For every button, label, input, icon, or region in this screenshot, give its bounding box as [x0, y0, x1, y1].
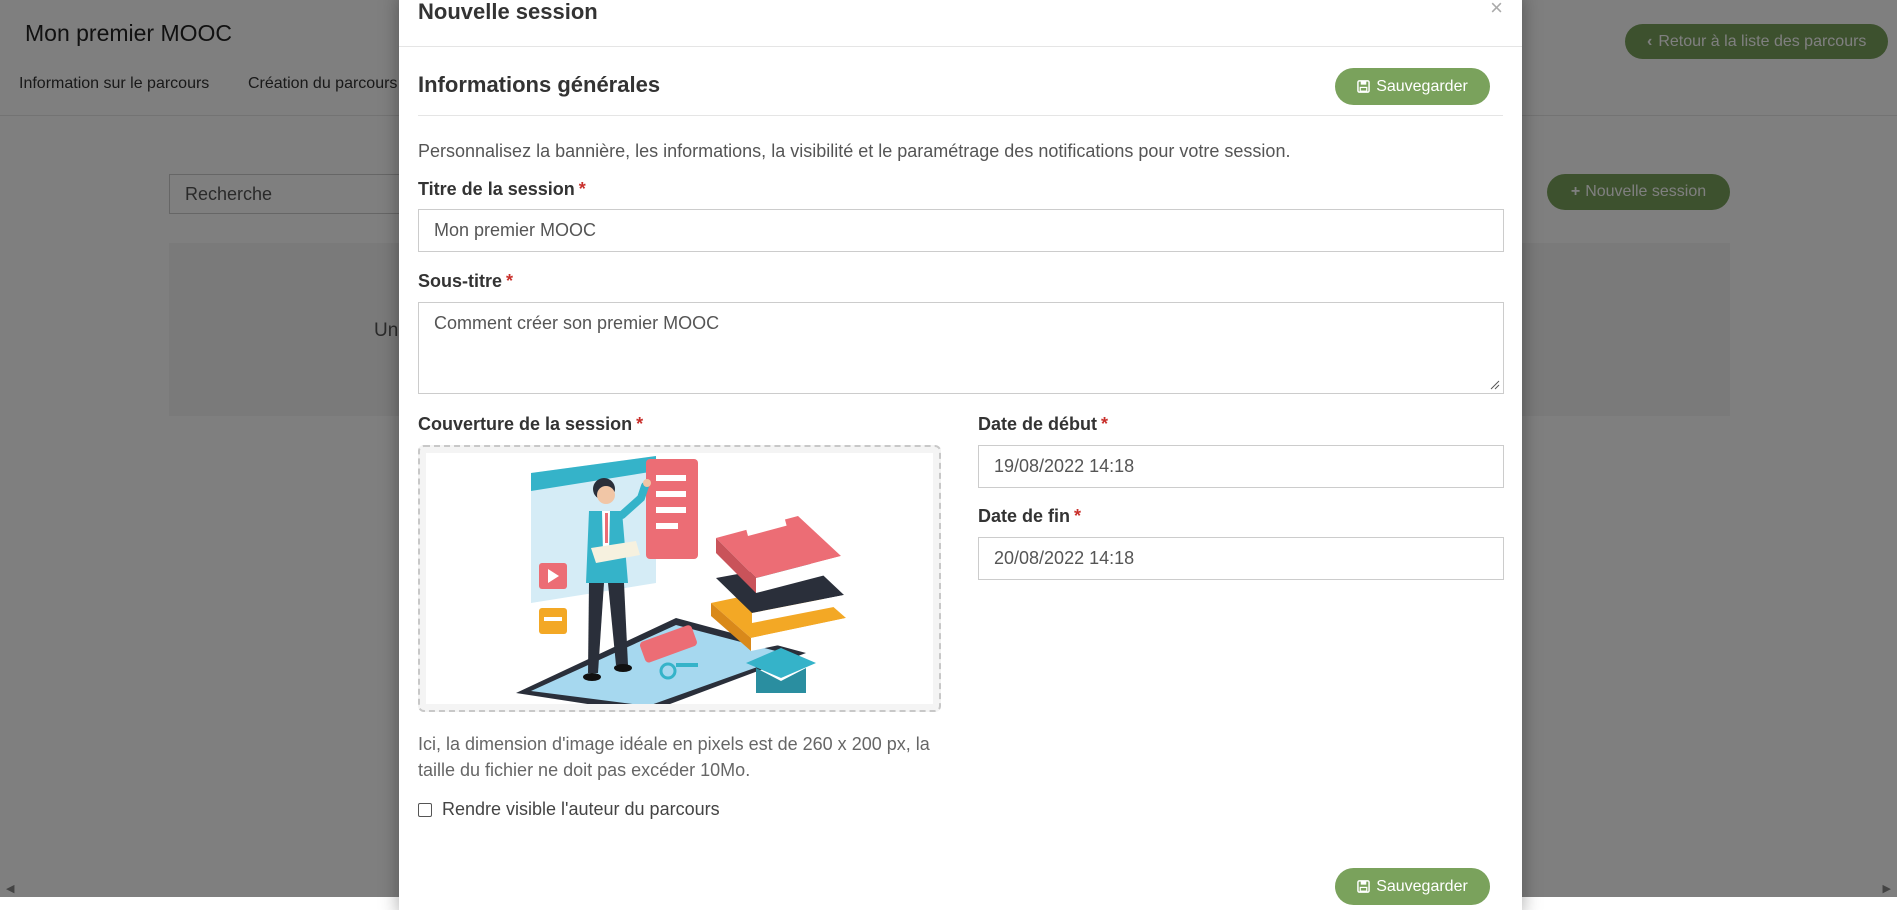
start-date-input[interactable]: 19/08/2022 14:18	[978, 445, 1504, 488]
required-marker: *	[578, 179, 586, 199]
end-date-input[interactable]: 20/08/2022 14:18	[978, 537, 1504, 580]
required-marker: *	[1101, 414, 1109, 434]
author-visible-label[interactable]: Rendre visible l'auteur du parcours	[442, 799, 720, 820]
subtitle-value: Comment créer son premier MOOC	[434, 313, 720, 333]
section-divider	[418, 115, 1503, 116]
resize-handle-icon[interactable]	[1490, 380, 1500, 390]
modal-header: Nouvelle session ×	[399, 0, 1522, 47]
required-marker: *	[1074, 506, 1082, 526]
section-description: Personnalisez la bannière, les informati…	[418, 141, 1291, 161]
cover-label: Couverture de la session *	[418, 414, 643, 435]
session-title-label: Titre de la session *	[418, 179, 586, 200]
cover-label-text: Couverture de la session	[418, 414, 633, 434]
close-icon[interactable]: ×	[1490, 0, 1503, 21]
cover-dropzone[interactable]	[418, 445, 941, 712]
save-icon	[1357, 880, 1371, 893]
author-visible-row[interactable]: Rendre visible l'auteur du parcours	[418, 799, 720, 820]
subtitle-label: Sous-titre *	[418, 271, 513, 292]
new-session-modal: Nouvelle session × Informations générale…	[399, 0, 1522, 910]
scroll-left-icon[interactable]: ◀	[6, 882, 14, 895]
start-date-label: Date de début *	[978, 414, 1108, 435]
required-marker: *	[506, 271, 514, 291]
end-date-label: Date de fin *	[978, 506, 1081, 527]
modal-title: Nouvelle session	[418, 0, 598, 24]
save-label: Sauvegarder	[1376, 877, 1468, 895]
start-date-label-text: Date de début	[978, 414, 1098, 434]
image-size-hint: Ici, la dimension d'image idéale en pixe…	[418, 734, 930, 780]
session-title-input[interactable]: Mon premier MOOC	[418, 209, 1504, 252]
scroll-right-icon[interactable]: ▶	[1883, 882, 1891, 895]
save-button-bottom[interactable]: Sauvegarder	[1335, 868, 1490, 905]
cover-image	[426, 453, 933, 704]
save-icon	[1357, 80, 1371, 93]
section-title: Informations générales	[418, 72, 661, 97]
subtitle-textarea[interactable]: Comment créer son premier MOOC	[418, 302, 1504, 394]
save-label: Sauvegarder	[1376, 77, 1468, 95]
author-visible-checkbox[interactable]	[418, 802, 432, 817]
save-button-top[interactable]: Sauvegarder	[1335, 68, 1490, 105]
required-marker: *	[636, 414, 644, 434]
subtitle-label-text: Sous-titre	[418, 271, 503, 291]
teacher-illustration	[516, 456, 846, 704]
session-title-label-text: Titre de la session	[418, 179, 575, 199]
end-date-label-text: Date de fin	[978, 506, 1071, 526]
